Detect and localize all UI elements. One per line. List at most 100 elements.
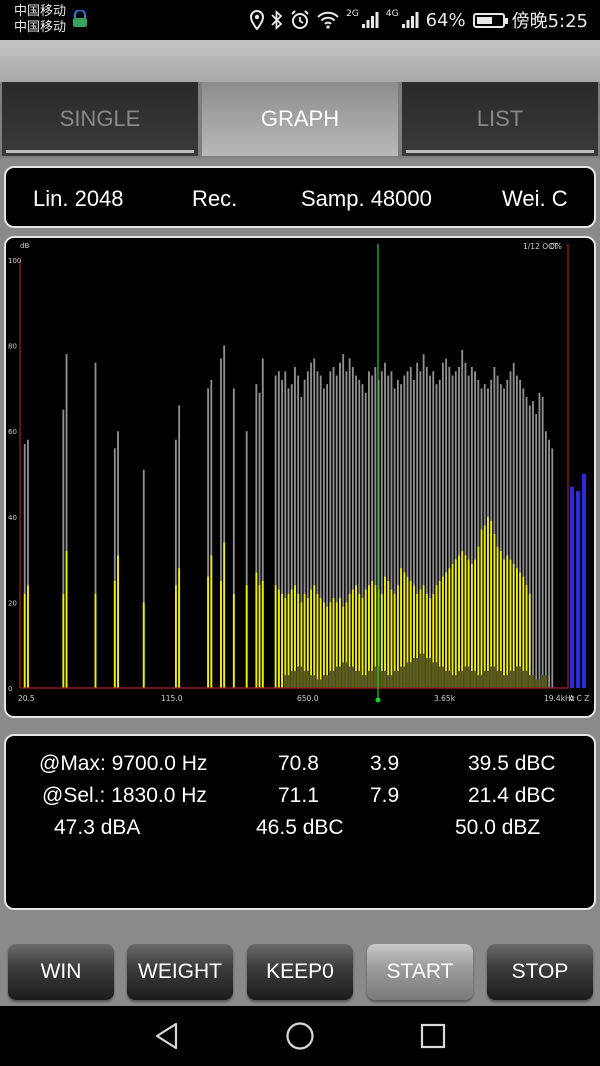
signal-2-label: 4G xyxy=(385,9,399,19)
bar-current xyxy=(480,529,483,688)
selected-frequency: @Sel.: 1830.0 Hz xyxy=(42,784,207,807)
level-dba: 47.3 dBA xyxy=(54,816,141,839)
bar-min xyxy=(373,666,381,688)
bar-current xyxy=(274,585,277,688)
carrier-2: 中国移动 xyxy=(14,20,67,35)
bar-current xyxy=(210,555,213,688)
bar-current xyxy=(445,572,448,688)
bar-current xyxy=(23,593,26,688)
back-icon[interactable] xyxy=(153,1021,181,1051)
weighting-bar xyxy=(576,491,580,688)
bar-current xyxy=(483,525,486,688)
status-icons: 2G 4G 64% 傍晚5:25 xyxy=(250,8,588,32)
location-icon xyxy=(250,10,265,30)
bar-min xyxy=(476,675,484,688)
bluetooth-icon xyxy=(271,10,283,30)
home-icon[interactable] xyxy=(285,1021,315,1051)
bar-current xyxy=(461,551,464,688)
stop-button[interactable]: STOP xyxy=(487,944,593,1000)
bar-current xyxy=(506,555,509,688)
spectrum-chart[interactable]: 100806040200dB20.5 115.0 650.0 3.65k 19.4kHz… xyxy=(6,238,594,716)
win-button[interactable]: WIN xyxy=(8,944,114,1000)
bar-min xyxy=(463,666,471,688)
bar-min xyxy=(283,675,291,688)
tab-single[interactable]: SINGLE xyxy=(2,82,198,156)
bar-min xyxy=(502,675,509,688)
bar-min xyxy=(457,670,464,688)
tab-graph-label: GRAPH xyxy=(260,106,340,131)
bar-current xyxy=(287,593,290,688)
tab-underline xyxy=(6,150,194,153)
bar-min xyxy=(303,670,310,688)
spectrum-graph[interactable]: 100 80 60 40 20 0 dB 20.5 115.0 650.0 3.65k 19.4kHz… xyxy=(4,236,596,718)
bar-max xyxy=(538,392,541,688)
bar-min xyxy=(348,666,355,688)
recents-icon[interactable] xyxy=(420,1021,446,1051)
bar-min xyxy=(451,675,458,688)
clock: 傍晚5:25 xyxy=(511,11,588,32)
bar-min xyxy=(393,670,400,688)
bar-min xyxy=(425,658,432,688)
bar-min xyxy=(354,670,361,688)
bar-min xyxy=(431,662,439,688)
weighting-bar xyxy=(582,474,586,688)
selected-value-2: 7.9 xyxy=(370,784,400,807)
bar-min xyxy=(341,662,349,688)
bar-max xyxy=(551,448,554,688)
bar-current xyxy=(277,589,280,688)
bar-current xyxy=(113,581,116,688)
bar-min xyxy=(309,675,316,688)
bar-current xyxy=(223,542,226,688)
x-tick-label: 3.65k xyxy=(434,694,456,703)
start-button[interactable]: START xyxy=(367,944,473,1000)
bar-current xyxy=(310,589,312,688)
max-frequency: @Max: 9700.0 Hz xyxy=(39,752,208,775)
tab-graph[interactable]: GRAPH xyxy=(202,82,398,156)
readings-panel: @Max: 9700.0 Hz 70.8 3.9 39.5 dBC @Sel.:… xyxy=(4,734,596,910)
bar-max xyxy=(535,414,538,688)
x-tick-label: 20.5 xyxy=(18,694,35,703)
weight-button[interactable]: WEIGHT xyxy=(127,944,233,1000)
bar-min xyxy=(470,670,477,688)
bar-current xyxy=(361,598,364,688)
bar-min xyxy=(296,666,304,688)
bar-min xyxy=(315,679,323,688)
keep0-button[interactable]: KEEP0 xyxy=(247,944,353,1000)
max-value-3: 39.5 dBC xyxy=(468,752,556,775)
bar-current xyxy=(232,593,235,688)
bar-min xyxy=(335,666,342,688)
bar-current xyxy=(62,593,65,688)
bar-current xyxy=(528,593,531,688)
bar-current xyxy=(387,581,390,688)
bar-current xyxy=(207,576,209,688)
bar-current xyxy=(65,551,68,688)
bar-current xyxy=(493,533,496,688)
bar-min xyxy=(290,670,297,688)
bar-current xyxy=(364,589,367,688)
bar-max xyxy=(541,396,544,688)
y-tick-label: 0 xyxy=(8,685,12,693)
record-label: Rec. xyxy=(192,186,238,211)
battery-icon xyxy=(472,12,508,28)
bar-current xyxy=(454,559,457,688)
settings-info-panel[interactable]: Lin. 2048 Rec. Samp. 48000 Wei. C xyxy=(4,166,596,228)
bar-current xyxy=(487,516,489,688)
weighting-axis-label: A C Z xyxy=(569,694,589,703)
vpn-lock-icon xyxy=(73,10,87,27)
tab-list[interactable]: LIST xyxy=(402,82,598,156)
alarm-icon xyxy=(291,10,309,29)
bar-min xyxy=(496,670,503,688)
resolution-label: Lin. 2048 xyxy=(33,186,124,211)
bar-min xyxy=(489,666,497,688)
bar-current xyxy=(477,546,480,688)
y-tick-label: 40 xyxy=(8,514,17,522)
bar-current xyxy=(175,585,177,688)
chart-background xyxy=(6,238,594,716)
bar-current xyxy=(117,555,119,688)
cursor-marker xyxy=(375,697,381,703)
status-bar: 中国移动 中国移动 2G 4G 64% 傍晚5:25 xyxy=(0,0,600,40)
bar-min xyxy=(483,670,490,688)
bar-max xyxy=(532,401,534,688)
bar-min xyxy=(438,666,445,688)
bar-min xyxy=(444,670,452,688)
